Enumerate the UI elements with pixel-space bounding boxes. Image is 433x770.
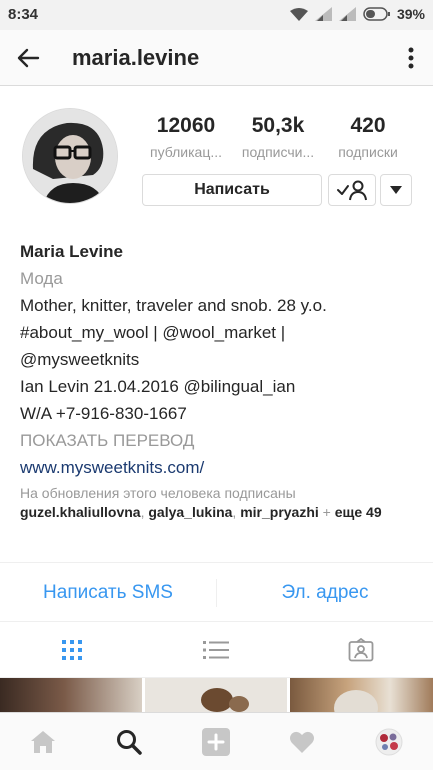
wifi-icon bbox=[289, 7, 308, 21]
tab-grid[interactable] bbox=[0, 622, 144, 678]
arrow-left-icon[interactable] bbox=[14, 44, 42, 72]
tab-tagged[interactable] bbox=[289, 622, 433, 678]
list-icon bbox=[203, 641, 229, 659]
show-translation-link[interactable]: ПОКАЗАТЬ ПЕРЕВОД bbox=[20, 427, 420, 454]
contact-bar: Написать SMS Эл. адрес bbox=[0, 562, 433, 622]
avatar-photo bbox=[23, 109, 117, 203]
stat-value: 50,3k bbox=[251, 114, 305, 137]
bio-line: Mother, knitter, traveler and snob. 28 y… bbox=[20, 296, 327, 315]
stat-label: публикац... bbox=[149, 144, 223, 160]
follower-username[interactable]: guzel.khaliullovna bbox=[20, 504, 141, 520]
post-grid bbox=[0, 678, 433, 712]
caret-down-icon bbox=[390, 186, 402, 194]
suggestions-dropdown-button[interactable] bbox=[380, 174, 412, 206]
user-check-icon bbox=[337, 180, 367, 201]
stat-posts: 12060 публикац... bbox=[140, 114, 232, 160]
plus-separator: + bbox=[318, 504, 335, 520]
bio-line[interactable]: @mysweetknits bbox=[20, 346, 420, 373]
profile-avatar[interactable] bbox=[22, 108, 118, 204]
website-link[interactable]: www.mysweetknits.com/ bbox=[20, 454, 420, 481]
bio-line: W/A +7-916-830-1667 bbox=[20, 404, 187, 423]
nav-home[interactable] bbox=[0, 713, 86, 770]
stat-label: подписчи... bbox=[241, 144, 315, 160]
home-icon bbox=[31, 731, 55, 753]
more-followers[interactable]: еще 49 bbox=[335, 504, 382, 520]
battery-percent: 39% bbox=[396, 6, 425, 22]
email-button[interactable]: Эл. адрес bbox=[217, 563, 433, 623]
followed-by[interactable]: На обновления этого человека подписаны g… bbox=[20, 484, 420, 522]
nav-add[interactable] bbox=[173, 713, 259, 770]
profile-tabs bbox=[0, 622, 433, 678]
signal-icon bbox=[314, 7, 332, 21]
grid-icon bbox=[62, 640, 82, 660]
heart-icon bbox=[290, 731, 314, 753]
sms-button[interactable]: Написать SMS bbox=[0, 563, 216, 623]
profile-bio: Maria Levine Мода Mother, knitter, trave… bbox=[20, 238, 420, 481]
profile-header: maria.levine bbox=[0, 30, 433, 86]
search-icon bbox=[117, 730, 142, 755]
following-button[interactable] bbox=[328, 174, 376, 206]
status-icons: 39% bbox=[289, 6, 425, 22]
battery-icon bbox=[363, 7, 390, 21]
full-name: Maria Levine bbox=[20, 242, 123, 261]
nav-profile[interactable] bbox=[346, 713, 432, 770]
follower-username[interactable]: galya_lukina bbox=[148, 504, 232, 520]
bottom-navigation bbox=[0, 712, 433, 770]
stat-label: подписки bbox=[338, 144, 398, 160]
post-thumbnail[interactable] bbox=[0, 678, 142, 712]
post-thumbnail[interactable] bbox=[145, 678, 287, 712]
jar-photo bbox=[334, 690, 378, 712]
more-vertical-icon[interactable] bbox=[401, 44, 421, 72]
status-bar: 8:34 39% bbox=[0, 0, 433, 30]
follower-username[interactable]: mir_pryazhi bbox=[240, 504, 319, 520]
add-icon bbox=[202, 728, 230, 756]
profile-avatar bbox=[375, 728, 403, 756]
profile-username: maria.levine bbox=[72, 45, 200, 70]
nav-search[interactable] bbox=[86, 713, 172, 770]
yarn-photo bbox=[201, 688, 249, 712]
status-time: 8:34 bbox=[8, 6, 39, 23]
stat-value: 420 bbox=[350, 114, 386, 137]
stat-followers[interactable]: 50,3k подписчи... bbox=[232, 114, 324, 160]
stat-value: 12060 bbox=[156, 114, 216, 137]
post-thumbnail[interactable] bbox=[290, 678, 433, 712]
tagged-icon bbox=[348, 638, 374, 662]
category-label: Мода bbox=[20, 269, 63, 288]
signal-icon bbox=[338, 7, 356, 21]
nav-activity[interactable] bbox=[259, 713, 345, 770]
tab-list[interactable] bbox=[144, 622, 288, 678]
bio-line[interactable]: Ian Levin 21.04.2016 @bilingual_ian bbox=[20, 373, 420, 400]
message-button[interactable]: Написать bbox=[142, 174, 322, 206]
stat-following[interactable]: 420 подписки bbox=[326, 114, 410, 160]
followed-by-intro: На обновления этого человека подписаны bbox=[20, 485, 296, 501]
bio-line[interactable]: #about_my_wool | @wool_market | bbox=[20, 319, 420, 346]
